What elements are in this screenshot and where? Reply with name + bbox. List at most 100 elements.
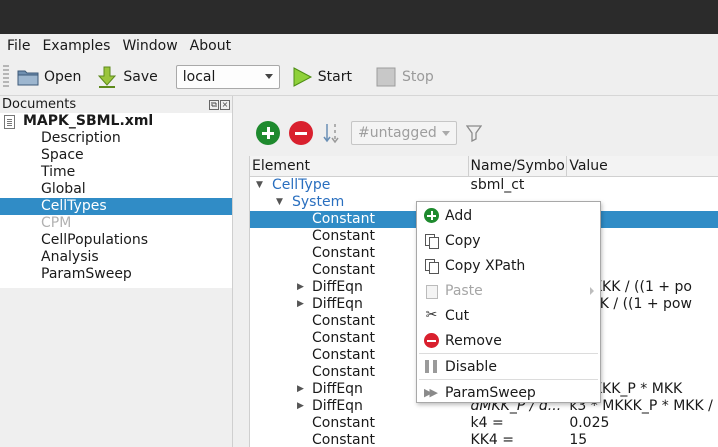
row-value xyxy=(567,177,718,194)
context-cut[interactable]: ✂ Cut xyxy=(417,303,600,328)
doc-item-description[interactable]: Description xyxy=(0,130,232,147)
add-node-icon[interactable] xyxy=(256,121,280,145)
tree-row[interactable]: CellType sbml_ct xyxy=(250,177,718,194)
save-button[interactable]: Save xyxy=(91,62,161,92)
pause-icon xyxy=(424,359,439,374)
toolbar-grip[interactable] xyxy=(3,64,9,89)
sort-icon[interactable] xyxy=(322,122,342,144)
context-copy-xpath-label: Copy XPath xyxy=(445,257,526,274)
remove-icon xyxy=(424,333,439,348)
context-remove-label: Remove xyxy=(445,332,502,349)
remove-node-icon[interactable] xyxy=(289,121,313,145)
context-paramsweep-label: ParamSweep xyxy=(445,384,536,401)
row-element: CellType xyxy=(272,177,331,193)
tree-header: Element Name/Symbol Value xyxy=(250,156,718,177)
column-element[interactable]: Element xyxy=(250,156,469,176)
menu-window[interactable]: Window xyxy=(116,34,183,58)
doc-item-time[interactable]: Time xyxy=(0,164,232,181)
chevron-down-icon xyxy=(442,130,450,136)
context-copy-xpath[interactable]: Copy XPath xyxy=(417,253,600,278)
tree-row[interactable]: Constant k4 = 0.025 xyxy=(250,415,718,432)
filter-icon[interactable] xyxy=(465,124,483,143)
chevron-down-icon xyxy=(264,74,273,79)
documents-title: Documents xyxy=(2,97,77,112)
expand-down-icon[interactable] xyxy=(256,177,263,194)
column-name-symbol[interactable]: Name/Symbol xyxy=(469,156,568,176)
submenu-arrow-icon xyxy=(590,287,594,295)
context-disable-label: Disable xyxy=(445,358,497,375)
row-element: DiffEqn xyxy=(312,381,363,397)
fast-forward-icon: ▶▶ xyxy=(424,386,438,399)
context-remove[interactable]: Remove xyxy=(417,328,600,353)
expand-down-icon[interactable] xyxy=(276,194,283,211)
context-menu: Add Copy Copy XPath Paste ✂ Cut Remove D… xyxy=(416,201,601,403)
context-add-label: Add xyxy=(445,207,473,224)
row-element: Constant xyxy=(312,415,375,431)
row-name: KK4 = xyxy=(470,432,514,447)
row-element: Constant xyxy=(312,313,375,329)
expand-right-icon[interactable] xyxy=(297,381,304,398)
tree-row[interactable]: Constant KK4 = 15 xyxy=(250,432,718,447)
open-label: Open xyxy=(44,68,82,85)
stop-icon xyxy=(374,65,398,89)
menu-examples[interactable]: Examples xyxy=(36,34,116,58)
machine-select-value: local xyxy=(182,68,216,85)
close-panel-icon[interactable]: × xyxy=(220,99,230,110)
documents-panel: Documents ⧉ × MAPK_SBML.xml Description … xyxy=(0,96,233,447)
row-element: DiffEqn xyxy=(312,296,363,312)
menu-file[interactable]: File xyxy=(0,34,36,58)
doc-item-global[interactable]: Global xyxy=(0,181,232,198)
row-element: Constant xyxy=(312,262,375,278)
doc-item-analysis[interactable]: Analysis xyxy=(0,249,232,266)
doc-item-cellpopulations[interactable]: CellPopulations xyxy=(0,232,232,249)
row-element: DiffEqn xyxy=(312,398,363,414)
document-file-item[interactable]: MAPK_SBML.xml xyxy=(0,113,232,130)
doc-item-celltypes[interactable]: CellTypes xyxy=(0,198,232,215)
menu-about[interactable]: About xyxy=(184,34,237,58)
documents-tree: MAPK_SBML.xml Description Space Time Glo… xyxy=(0,113,232,288)
row-element: Constant xyxy=(312,245,375,261)
documents-header: Documents ⧉ × xyxy=(0,96,232,113)
row-element: Constant xyxy=(312,364,375,380)
row-name: sbml_ct xyxy=(470,177,525,193)
open-button[interactable]: Open xyxy=(12,62,85,92)
row-element: Constant xyxy=(312,211,375,227)
scissors-icon: ✂ xyxy=(425,307,438,323)
context-copy-label: Copy xyxy=(445,232,481,249)
row-element: Constant xyxy=(312,228,375,244)
context-paste-label: Paste xyxy=(445,282,483,299)
tag-filter-select[interactable]: #untagged xyxy=(351,121,457,145)
copy-icon xyxy=(424,233,439,249)
doc-item-space[interactable]: Space xyxy=(0,147,232,164)
machine-select[interactable]: local xyxy=(175,64,280,89)
context-disable[interactable]: Disable xyxy=(417,354,600,379)
context-cut-label: Cut xyxy=(445,307,470,324)
row-element: DiffEqn xyxy=(312,279,363,295)
row-name: k4 = xyxy=(470,415,504,431)
context-paste[interactable]: Paste xyxy=(417,278,600,303)
doc-item-cpm[interactable]: CPM xyxy=(0,215,232,232)
context-add[interactable]: Add xyxy=(417,203,600,228)
row-element: System xyxy=(292,194,345,210)
tag-filter-value: #untagged xyxy=(358,125,437,141)
expand-right-icon[interactable] xyxy=(297,279,304,296)
expand-right-icon[interactable] xyxy=(297,398,304,415)
start-button[interactable]: Start xyxy=(286,62,356,92)
doc-item-paramsweep[interactable]: ParamSweep xyxy=(0,266,232,283)
editor-toolbar: #untagged xyxy=(240,112,718,154)
paste-icon xyxy=(424,283,439,299)
start-label: Start xyxy=(317,68,352,85)
main-toolbar: Open Save local Start Stop xyxy=(0,58,718,96)
float-panel-icon[interactable]: ⧉ xyxy=(209,99,219,110)
expand-right-icon[interactable] xyxy=(297,296,304,313)
folder-icon xyxy=(16,65,40,89)
stop-button[interactable]: Stop xyxy=(370,62,438,92)
context-copy[interactable]: Copy xyxy=(417,228,600,253)
menu-bar: File Examples Window About xyxy=(0,34,718,58)
column-value[interactable]: Value xyxy=(567,156,718,176)
file-icon xyxy=(4,114,15,129)
context-paramsweep[interactable]: ▶▶ ParamSweep xyxy=(417,380,600,405)
document-file-label: MAPK_SBML.xml xyxy=(23,113,154,129)
play-icon xyxy=(290,65,314,89)
row-value: 0.025 xyxy=(569,415,610,431)
